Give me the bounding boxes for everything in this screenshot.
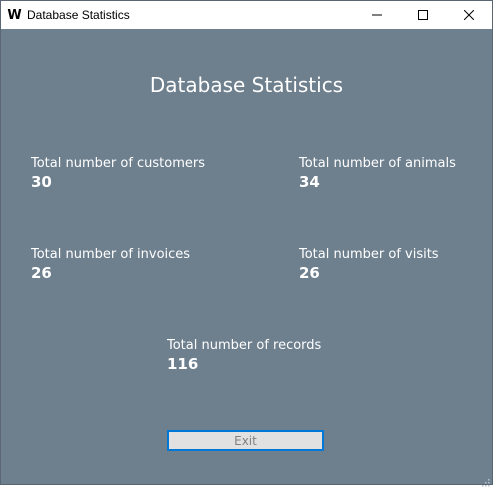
- stat-animals-label: Total number of animals: [299, 156, 456, 171]
- close-icon: [464, 10, 474, 20]
- stat-customers-label: Total number of customers: [31, 156, 206, 171]
- stat-animals-value: 34: [299, 173, 320, 191]
- stat-invoices-value: 26: [31, 264, 52, 282]
- close-button[interactable]: [446, 1, 492, 29]
- title-bar[interactable]: W Database Statistics: [1, 1, 492, 29]
- resize-grip-icon[interactable]: [480, 472, 490, 487]
- maximize-icon: [418, 10, 428, 20]
- stat-records: Total number of records 116: [167, 338, 321, 373]
- minimize-icon: [372, 10, 382, 20]
- stat-visits: Total number of visits 26: [299, 247, 439, 282]
- minimize-button[interactable]: [354, 1, 400, 29]
- window-controls: [354, 1, 492, 29]
- page-title: Database Statistics: [149, 73, 344, 97]
- stat-records-value: 116: [167, 355, 199, 373]
- maximize-button[interactable]: [400, 1, 446, 29]
- stat-animals: Total number of animals 34: [299, 156, 456, 191]
- app-window: W Database Statistics Database Statistic…: [0, 0, 493, 487]
- stat-visits-value: 26: [299, 264, 320, 282]
- stat-invoices-label: Total number of invoices: [31, 247, 191, 262]
- window-title: Database Statistics: [27, 8, 130, 22]
- stat-records-label: Total number of records: [167, 338, 322, 353]
- stat-invoices: Total number of invoices 26: [31, 247, 190, 282]
- stats-panel: Database Statistics Total number of cust…: [1, 29, 492, 487]
- stat-visits-label: Total number of visits: [299, 247, 439, 262]
- stat-customers: Total number of customers 30: [31, 156, 205, 191]
- app-logo-icon: W: [7, 7, 21, 23]
- exit-button[interactable]: Exit: [167, 430, 324, 451]
- stat-customers-value: 30: [31, 173, 52, 191]
